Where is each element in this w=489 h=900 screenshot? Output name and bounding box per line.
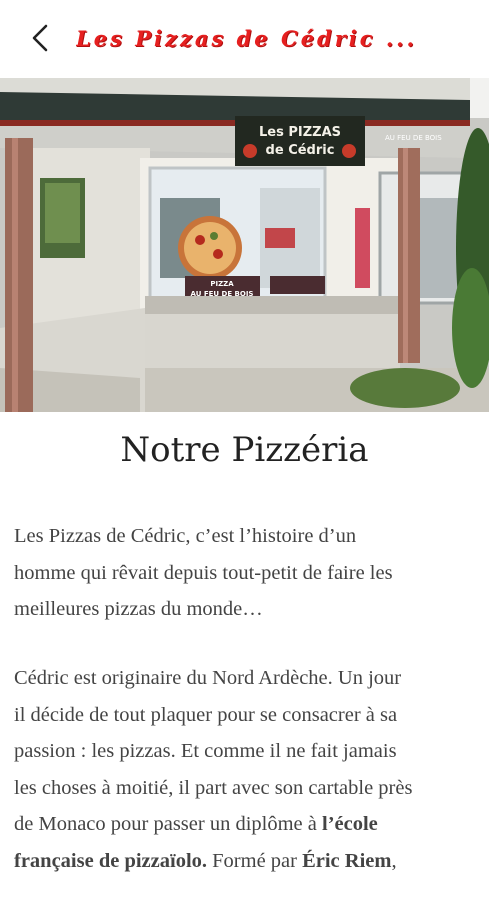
intro-line: homme qui rêvait depuis tout-petit de fa… xyxy=(14,561,393,584)
story-line: de Monaco pour passer un diplôme à l’éco… xyxy=(14,806,482,843)
hero-sign-line2: de Cédric xyxy=(266,143,335,158)
back-button[interactable] xyxy=(20,18,60,58)
story-line: passion : les pizzas. Et comme il ne fai… xyxy=(14,740,397,762)
story-text: , xyxy=(391,849,397,872)
app-title: Les Pizzas de Cédric ... xyxy=(76,26,417,51)
intro-paragraph: Les Pizzas de Cédric, c’est l’histoire d… xyxy=(14,518,482,628)
story-line: française de pizzaïolo. Formé par Éric R… xyxy=(14,843,482,880)
story-bold-text: l’école xyxy=(322,813,378,835)
story-text: Formé par xyxy=(207,849,303,872)
story-bold-text: Éric Riem xyxy=(302,849,392,872)
hero-window-banner-1: PIZZA xyxy=(210,280,234,288)
story-line: les choses à moitié, il part avec son ca… xyxy=(14,776,413,799)
intro-line: Les Pizzas de Cédric, c’est l’histoire d… xyxy=(14,525,357,547)
story-line: Cédric est originaire du Nord Ardèche. U… xyxy=(14,667,402,689)
page-title: Notre Pizzéria xyxy=(120,430,369,470)
story-line: il décide de tout plaquer pour se consac… xyxy=(14,703,398,726)
chevron-left-icon xyxy=(32,24,48,52)
app-header: Les Pizzas de Cédric ... xyxy=(0,0,489,78)
intro-line: meilleures pizzas du monde… xyxy=(14,598,263,620)
story-paragraph: Cédric est originaire du Nord Ardèche. U… xyxy=(14,660,482,879)
story-bold-text: française de pizzaïolo. xyxy=(14,849,208,872)
hero-image: Les PIZZAS de Cédric AU FEU DE BOIS PIZZ… xyxy=(0,78,489,412)
hero-sign-line1: Les PIZZAS xyxy=(259,125,341,140)
story-text: de Monaco pour passer un diplôme à xyxy=(14,813,322,835)
hero-sign-side: AU FEU DE BOIS xyxy=(385,134,442,142)
